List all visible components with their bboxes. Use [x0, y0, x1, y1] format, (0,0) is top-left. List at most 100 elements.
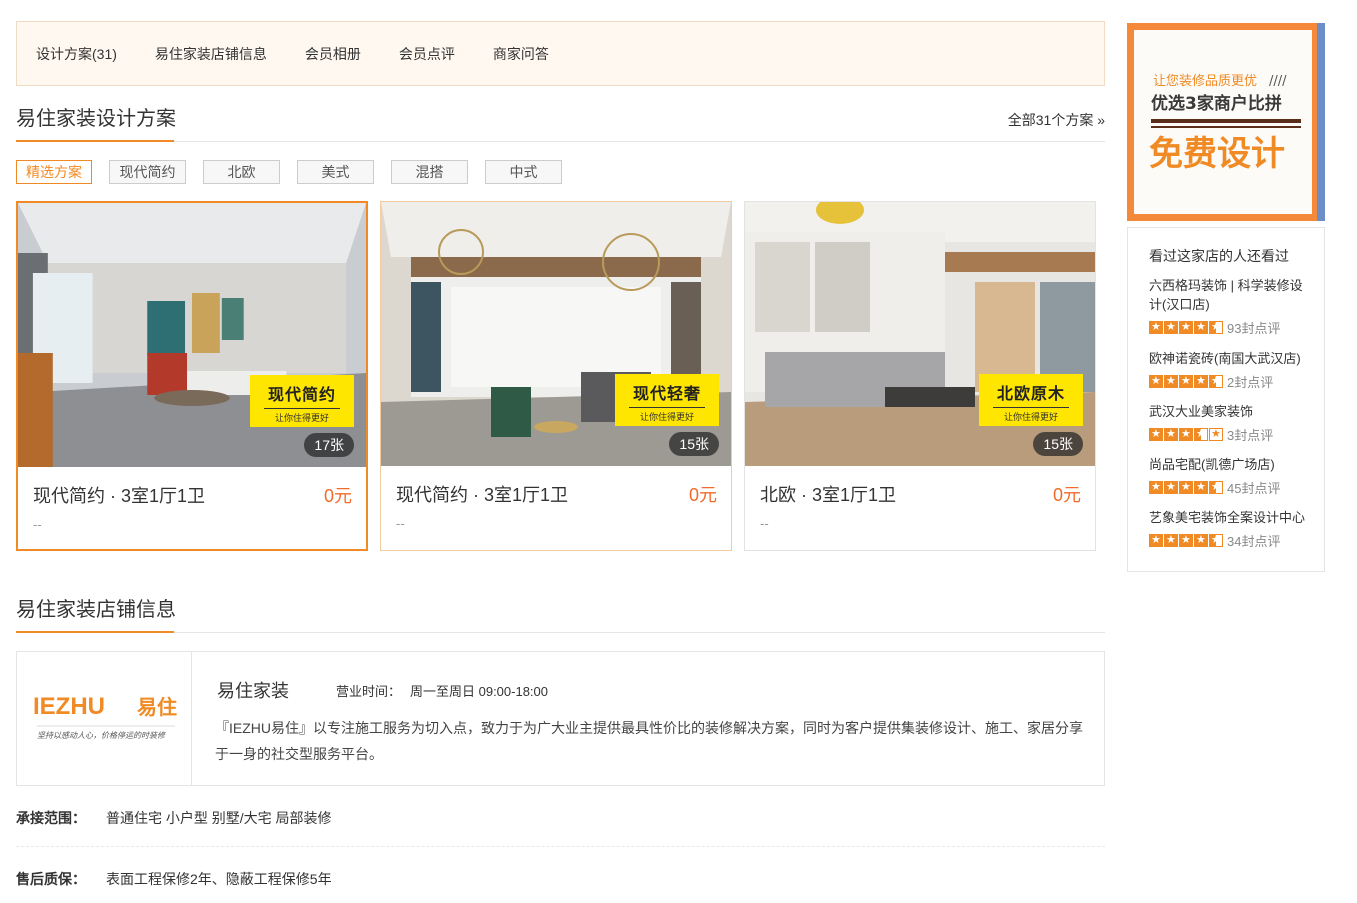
warranty-value: 表面工程保修2年、隐蔽工程保修5年	[106, 871, 332, 887]
star-icon	[1179, 428, 1193, 441]
tab-store-info[interactable]: 易住家装店铺信息	[155, 44, 267, 64]
review-count[interactable]: 2封点评	[1227, 372, 1273, 391]
shop-rating: 45封点评	[1149, 478, 1314, 497]
design-subtitle: --	[760, 516, 769, 531]
design-price: 0元	[323, 486, 352, 506]
filter-tag-nordic[interactable]: 北欧	[203, 160, 280, 184]
style-badge: 北欧原木 让你住得更好	[979, 374, 1083, 426]
design-card-list: 现代简约 让你住得更好 17张 现代简约 · 3室1厅1卫 0元 -- 现代轻奢…	[16, 201, 1108, 551]
shop-name-link[interactable]: 武汉大业美家装饰	[1149, 402, 1314, 421]
tab-member-reviews[interactable]: 会员点评	[399, 44, 455, 64]
review-count[interactable]: 93封点评	[1227, 318, 1280, 337]
designs-section-title: 易住家装设计方案	[16, 108, 176, 130]
warranty-row: 售后质保： 表面工程保修2年、隐蔽工程保修5年	[16, 869, 1105, 889]
warranty-label: 售后质保：	[16, 871, 86, 887]
ad-line-3: 免费设计	[1149, 134, 1285, 174]
star-icon	[1164, 375, 1178, 388]
business-hours: 周一至周日 09:00-18:00	[410, 684, 549, 699]
design-title[interactable]: 现代简约 · 3室1厅1卫	[396, 481, 568, 507]
info-divider	[16, 846, 1105, 847]
logo-chinese: 易住	[137, 695, 177, 719]
shop-name-link[interactable]: 六西格玛装饰 | 科学装修设计(汉口店)	[1149, 276, 1314, 314]
star-icon	[1194, 428, 1208, 441]
also-viewed-item[interactable]: 欧神诺瓷砖(南国大武汉店) 2封点评	[1149, 349, 1314, 391]
svg-text:////: ////	[1269, 74, 1287, 89]
star-icon	[1209, 428, 1223, 441]
filter-tag-mixed[interactable]: 混搭	[391, 160, 468, 184]
section-title-underline	[16, 140, 174, 142]
style-badge-title: 现代简约	[267, 387, 336, 404]
style-badge-title: 北欧原木	[996, 386, 1065, 403]
star-icon	[1194, 321, 1208, 334]
design-cover-image	[745, 202, 1095, 466]
designs-section-header: 易住家装设计方案 全部31个方案 »	[16, 106, 1105, 142]
design-card[interactable]: 现代轻奢 让你住得更好 15张 现代简约 · 3室1厅1卫 0元 --	[380, 201, 732, 551]
review-count[interactable]: 34封点评	[1227, 531, 1280, 550]
tab-merchant-qa[interactable]: 商家问答	[493, 44, 549, 64]
filter-tag-chinese[interactable]: 中式	[485, 160, 562, 184]
style-badge-slogan: 让你住得更好	[264, 408, 340, 424]
review-count[interactable]: 45封点评	[1227, 478, 1280, 497]
ad-line-1: 让您装修品质更优	[1153, 73, 1257, 89]
style-badge-slogan: 让你住得更好	[993, 407, 1069, 423]
style-filter-tags: 精选方案 现代简约 北欧 美式 混搭 中式	[16, 160, 579, 184]
design-price: 0元	[1052, 485, 1081, 505]
star-icon	[1179, 321, 1193, 334]
filter-tag-featured[interactable]: 精选方案	[16, 160, 92, 184]
filter-tag-american[interactable]: 美式	[297, 160, 374, 184]
store-info-card: IEZHU 易住 坚持以感动人心，价格停运的时装修 易住家装 营业时间： 周一至…	[16, 651, 1105, 786]
review-count[interactable]: 3封点评	[1227, 425, 1273, 444]
shop-rating: 3封点评	[1149, 425, 1314, 444]
style-badge-title: 现代轻奢	[632, 386, 701, 403]
star-rating	[1149, 428, 1224, 441]
design-subtitle: --	[396, 516, 405, 531]
star-rating	[1149, 321, 1224, 334]
star-icon	[1179, 481, 1193, 494]
tab-member-album[interactable]: 会员相册	[305, 44, 361, 64]
also-viewed-title: 看过这家店的人还看过	[1149, 248, 1289, 264]
also-viewed-item[interactable]: 艺象美宅装饰全案设计中心 34封点评	[1149, 508, 1314, 550]
shop-rating: 2封点评	[1149, 372, 1314, 391]
design-cover-image	[381, 202, 731, 466]
filter-tag-modern[interactable]: 现代简约	[109, 160, 186, 184]
star-rating	[1149, 481, 1224, 494]
business-hours-label: 营业时间：	[336, 684, 402, 699]
store-section-title: 易住家装店铺信息	[16, 599, 176, 621]
star-icon	[1149, 375, 1163, 388]
store-name: 易住家装	[217, 681, 289, 701]
star-icon	[1194, 534, 1208, 547]
star-icon	[1194, 375, 1208, 388]
logo-slogan: 坚持以感动人心，价格停运的时装修	[37, 731, 166, 740]
all-designs-link[interactable]: 全部31个方案 »	[1008, 110, 1105, 130]
also-viewed-item[interactable]: 武汉大业美家装饰 3封点评	[1149, 402, 1314, 444]
design-card[interactable]: 北欧原木 让你住得更好 15张 北欧 · 3室1厅1卫 0元 --	[744, 201, 1096, 551]
design-price: 0元	[688, 485, 717, 505]
style-badge-slogan: 让你住得更好	[629, 407, 705, 423]
store-tab-nav: 设计方案(31) 易住家装店铺信息 会员相册 会员点评 商家问答	[16, 21, 1105, 86]
star-icon	[1179, 375, 1193, 388]
free-design-ad-banner[interactable]: 让您装修品质更优 //// 优选3家商户比拼 免费设计	[1127, 23, 1325, 221]
also-viewed-item[interactable]: 六西格玛装饰 | 科学装修设计(汉口店) 93封点评	[1149, 276, 1314, 337]
design-card[interactable]: 现代简约 让你住得更好 17张 现代简约 · 3室1厅1卫 0元 --	[16, 201, 368, 551]
photo-count: 17张	[304, 433, 354, 457]
star-icon	[1209, 534, 1223, 547]
shop-name-link[interactable]: 艺象美宅装饰全案设计中心	[1149, 508, 1314, 527]
photo-count: 15张	[669, 432, 719, 456]
style-badge: 现代简约 让你住得更好	[250, 375, 354, 427]
style-badge: 现代轻奢 让你住得更好	[615, 374, 719, 426]
store-section-header: 易住家装店铺信息	[16, 597, 1105, 633]
shop-rating: 34封点评	[1149, 531, 1314, 550]
design-title[interactable]: 北欧 · 3室1厅1卫	[760, 481, 896, 507]
tab-designs[interactable]: 设计方案(31)	[36, 44, 117, 64]
logo-wordmark: IEZHU	[33, 693, 105, 720]
shop-name-link[interactable]: 尚品宅配(凯德广场店)	[1149, 455, 1314, 474]
star-rating	[1149, 534, 1224, 547]
star-icon	[1149, 534, 1163, 547]
design-subtitle: --	[33, 517, 42, 532]
shop-name-link[interactable]: 欧神诺瓷砖(南国大武汉店)	[1149, 349, 1314, 368]
shop-rating: 93封点评	[1149, 318, 1314, 337]
design-title[interactable]: 现代简约 · 3室1厅1卫	[33, 482, 205, 508]
star-icon	[1149, 481, 1163, 494]
star-icon	[1209, 481, 1223, 494]
also-viewed-item[interactable]: 尚品宅配(凯德广场店) 45封点评	[1149, 455, 1314, 497]
